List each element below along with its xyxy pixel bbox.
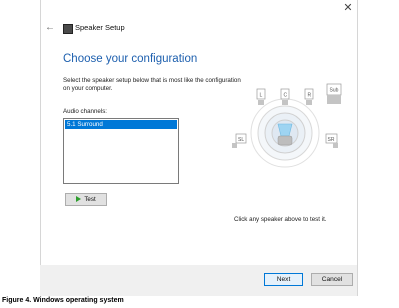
figure-caption: Figure 4. Windows operating system	[2, 297, 124, 304]
test-button[interactable]: Test	[65, 193, 107, 206]
list-item-5-1-surround[interactable]: 5.1 Surround	[65, 120, 177, 129]
speaker-label-sr: SR	[328, 137, 335, 143]
speaker-label-l: L	[260, 93, 263, 99]
speaker-front-right[interactable]: R	[304, 88, 314, 105]
speaker-surround-left[interactable]: SL	[232, 133, 247, 148]
speaker-label-c: C	[284, 93, 288, 99]
speaker-diagram: L C R Sub SL SR	[232, 83, 342, 168]
speaker-label-sub: Sub	[330, 88, 339, 94]
page-title: Choose your configuration	[63, 53, 198, 65]
close-icon[interactable]: ✕	[342, 2, 354, 14]
description-text: Select the speaker setup below that is m…	[63, 77, 241, 92]
window-title: Speaker Setup	[75, 23, 125, 32]
back-arrow-icon[interactable]: ←	[45, 22, 55, 34]
speaker-app-icon	[63, 24, 73, 34]
test-hint-text: Click any speaker above to test it.	[234, 216, 327, 223]
speaker-surround-right[interactable]: SR	[325, 133, 338, 148]
footer-bar	[40, 265, 357, 296]
next-button[interactable]: Next	[264, 273, 303, 286]
test-button-label: Test	[84, 196, 96, 203]
cancel-button[interactable]: Cancel	[311, 273, 353, 286]
speaker-front-left[interactable]: L	[256, 88, 266, 105]
play-icon	[76, 196, 82, 203]
audio-channels-list[interactable]: 5.1 Surround	[63, 118, 179, 184]
audio-channels-label: Audio channels:	[63, 108, 108, 115]
speaker-label-r: R	[308, 93, 312, 99]
speaker-label-sl: SL	[238, 137, 244, 143]
speaker-center[interactable]: C	[280, 88, 290, 105]
speaker-subwoofer[interactable]: Sub	[326, 83, 342, 104]
